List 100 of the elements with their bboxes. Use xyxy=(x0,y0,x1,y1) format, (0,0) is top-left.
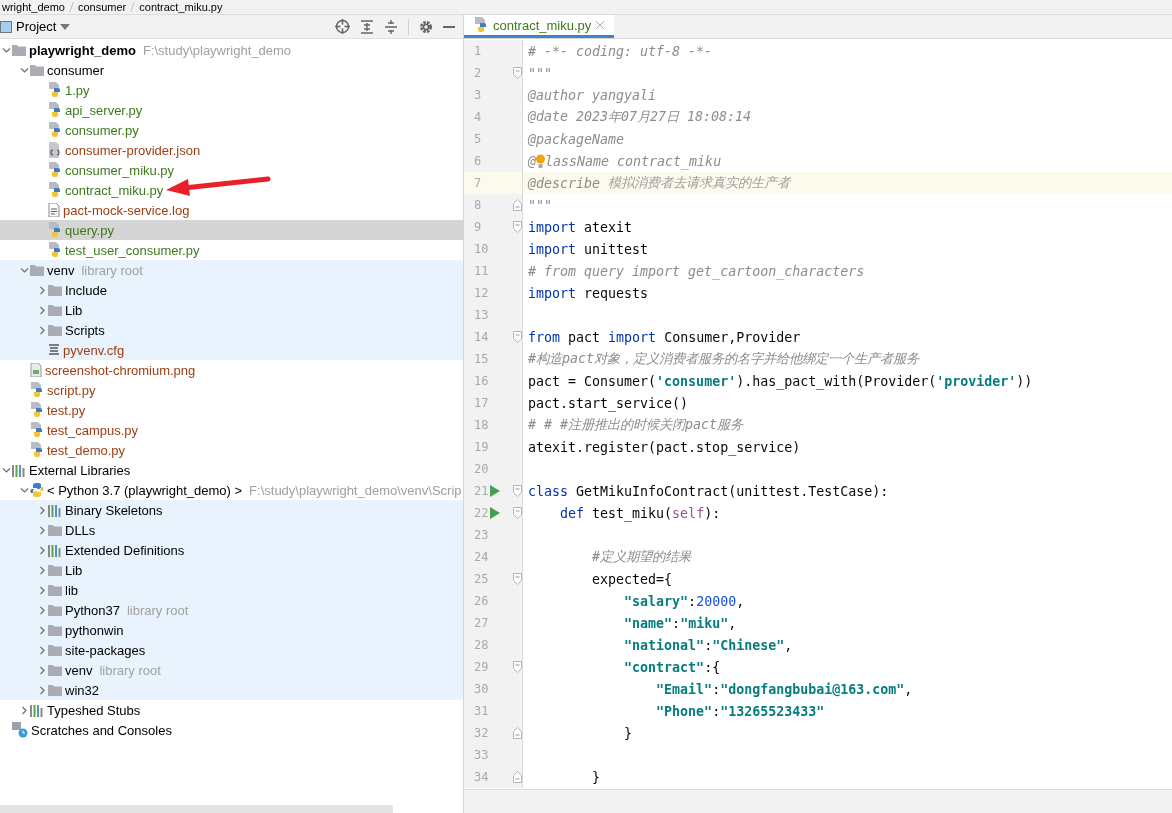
tree-row[interactable]: < Python 3.7 (playwright_demo) > F:\study\playwright_demo\venv\Scrip xyxy=(0,480,463,500)
tree-item-label: Scripts xyxy=(65,322,105,338)
python-file-icon xyxy=(48,82,62,98)
python-file-icon xyxy=(48,122,62,138)
python-file-icon xyxy=(48,182,62,198)
tree-item-hint: F:\study\playwright_demo xyxy=(142,42,292,58)
locate-icon[interactable] xyxy=(335,19,350,34)
tree-row[interactable]: DLLs xyxy=(0,520,463,540)
code-line: @author yangyali xyxy=(527,87,657,103)
tree-row[interactable]: lib xyxy=(0,580,463,600)
code-line: from pact import Consumer,Provider xyxy=(527,329,801,345)
code-line: atexit.register(pact.stop_service) xyxy=(527,439,801,455)
editor-tab[interactable]: contract_miku.py xyxy=(464,15,615,38)
tree-row[interactable]: win32 xyxy=(0,680,463,700)
lightbulb-icon[interactable] xyxy=(536,153,545,169)
fold-marker-icon[interactable] xyxy=(513,727,522,739)
fold-marker-icon[interactable] xyxy=(513,771,522,783)
config-file-icon xyxy=(48,343,60,357)
tree-row[interactable]: consumer.py xyxy=(0,120,463,140)
tree-row[interactable]: pyvenv.cfg xyxy=(0,340,463,360)
json-file-icon xyxy=(48,142,62,158)
fold-marker-icon[interactable] xyxy=(513,199,522,211)
expand-all-icon[interactable] xyxy=(360,19,374,34)
close-icon[interactable] xyxy=(596,21,605,29)
fold-marker-icon[interactable] xyxy=(513,67,522,79)
tree-row[interactable]: venv library root xyxy=(0,660,463,680)
tree-row[interactable]: consumer_miku.py xyxy=(0,160,463,180)
tree-row[interactable]: Lib xyxy=(0,560,463,580)
line-number: 31 xyxy=(473,704,490,718)
line-number: 6 xyxy=(473,154,483,168)
run-icon[interactable] xyxy=(490,485,500,497)
line-number: 14 xyxy=(473,330,490,344)
settings-icon[interactable] xyxy=(419,19,433,34)
tree-item-label: win32 xyxy=(65,682,99,698)
code-line: # from query import get_cartoon_characters xyxy=(527,263,865,279)
code-line: """ xyxy=(527,197,553,213)
code-line: expected={ xyxy=(591,571,673,587)
python-file-icon xyxy=(474,17,488,33)
fold-marker-icon[interactable] xyxy=(513,573,522,585)
tree-item-label: Typeshed Stubs xyxy=(47,702,141,718)
caret-icon[interactable] xyxy=(60,23,71,30)
line-number: 34 xyxy=(473,770,490,784)
tree-row[interactable]: Extended Definitions xyxy=(0,540,463,560)
tree-row[interactable]: consumer-provider.json xyxy=(0,140,463,160)
tree-row[interactable]: contract_miku.py xyxy=(0,180,463,200)
line-number: 8 xyxy=(473,198,483,212)
collapse-all-icon[interactable] xyxy=(384,19,398,34)
tree-row[interactable]: test_demo.py xyxy=(0,440,463,460)
library-icon xyxy=(12,463,26,477)
tree-row[interactable]: script.py xyxy=(0,380,463,400)
tree-row[interactable]: Scratches and Consoles xyxy=(0,720,463,740)
line-number: 22 xyxy=(473,506,490,520)
run-icon[interactable] xyxy=(490,507,500,519)
tree-row[interactable]: venv library root xyxy=(0,260,463,280)
fold-marker-icon[interactable] xyxy=(513,331,522,343)
code-line: #定义期望的结果 xyxy=(591,548,692,566)
tree-row[interactable]: pythonwin xyxy=(0,620,463,640)
breadcrumb-item[interactable]: consumer xyxy=(78,1,127,13)
tree-row[interactable]: query.py xyxy=(0,220,463,240)
tree-item-label: consumer xyxy=(47,62,105,78)
line-number: 19 xyxy=(473,440,490,454)
line-number: 18 xyxy=(473,418,490,432)
breadcrumb-item[interactable]: wright_demo xyxy=(2,1,65,13)
line-number: 26 xyxy=(473,594,490,608)
tree-row[interactable]: api_server.py xyxy=(0,100,463,120)
fold-marker-icon[interactable] xyxy=(513,221,522,233)
tree-row[interactable]: 1.py xyxy=(0,80,463,100)
tree-row[interactable]: Python37 library root xyxy=(0,600,463,620)
tree-row[interactable]: External Libraries xyxy=(0,460,463,480)
chevron-down-icon[interactable] xyxy=(19,265,29,275)
tree-row[interactable]: test.py xyxy=(0,400,463,420)
tree-row[interactable]: Include xyxy=(0,280,463,300)
tree-row[interactable]: consumer xyxy=(0,60,463,80)
tree-row[interactable]: pact-mock-service.log xyxy=(0,200,463,220)
tree-item-label: test_campus.py xyxy=(47,422,139,438)
code-line: @packageName xyxy=(527,131,625,147)
minimize-icon[interactable] xyxy=(443,25,455,28)
tree-row[interactable]: Binary Skeletons xyxy=(0,500,463,520)
tree-row[interactable]: test_campus.py xyxy=(0,420,463,440)
folder-icon xyxy=(30,64,44,76)
line-number: 11 xyxy=(473,264,490,278)
tree-row[interactable]: screenshot-chromium.png xyxy=(0,360,463,380)
tree-item-label: test_demo.py xyxy=(47,442,126,458)
tree-row[interactable]: site-packages xyxy=(0,640,463,660)
fold-marker-icon[interactable] xyxy=(513,507,522,519)
fold-marker-icon[interactable] xyxy=(513,485,522,497)
tree-row[interactable]: Typeshed Stubs xyxy=(0,700,463,720)
panel-title[interactable]: Project xyxy=(16,19,57,34)
tree-row[interactable]: test_user_consumer.py xyxy=(0,240,463,260)
breadcrumb-item[interactable]: contract_miku.py xyxy=(139,1,223,13)
scrollbar[interactable] xyxy=(0,805,393,813)
tree-row[interactable]: Scripts xyxy=(0,320,463,340)
tree-row[interactable]: playwright_demo F:\study\playwright_demo xyxy=(0,40,463,60)
code-line: import unittest xyxy=(527,241,649,257)
line-number: 25 xyxy=(473,572,490,586)
tree-item-hint: library root xyxy=(99,662,161,678)
tree-item-label: site-packages xyxy=(65,642,146,658)
tree-item-label: consumer-provider.json xyxy=(65,142,201,158)
fold-marker-icon[interactable] xyxy=(513,661,522,673)
tree-row[interactable]: Lib xyxy=(0,300,463,320)
